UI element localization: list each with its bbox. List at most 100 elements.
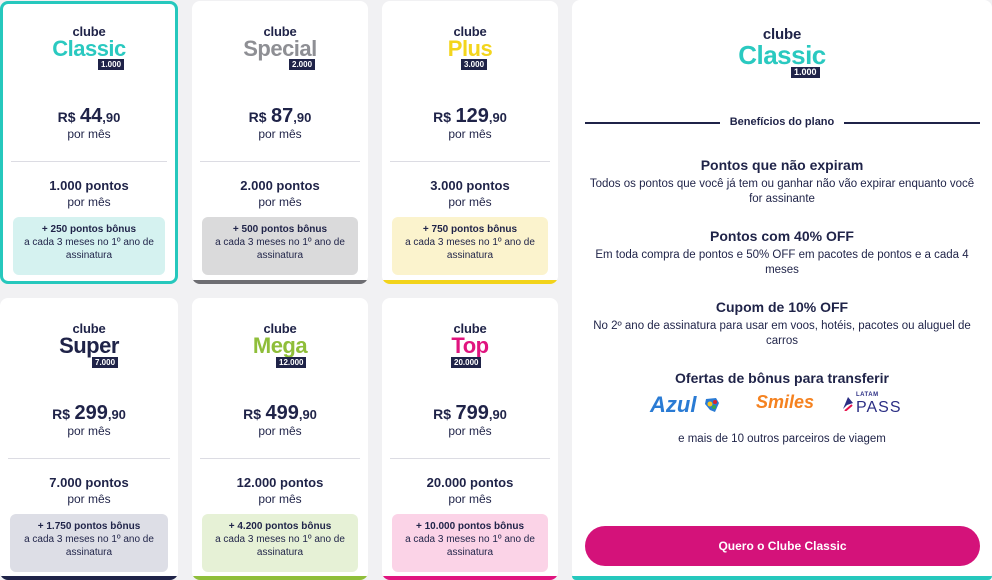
logo-name: Special <box>243 36 317 61</box>
points-amount: 7.000 pontos <box>49 475 129 490</box>
points-amount: 12.000 pontos <box>236 475 324 490</box>
azul-logo-text: Azul <box>650 392 697 417</box>
price-integer: 799 <box>455 402 489 424</box>
bonus-title: + 250 pontos bônus <box>41 224 137 235</box>
bonus-box: + 750 pontos bônus a cada 3 meses no 1º … <box>392 217 548 275</box>
plan-card-plus[interactable]: clube Plus R$ 129,90 por mês 3.000 ponto… <box>382 1 558 284</box>
points-period: por mês <box>258 492 302 506</box>
price-cents: ,90 <box>298 407 317 422</box>
plan-card-top[interactable]: clube Top R$ 799,90 por mês 20.000 ponto… <box>382 298 558 580</box>
price-cents: ,90 <box>488 407 507 422</box>
plan-card-mega[interactable]: clube Mega R$ 499,90 por mês 12.000 pont… <box>192 298 368 580</box>
plan-logo: clube Plus <box>382 25 558 60</box>
bonus-title: + 500 pontos bônus <box>232 224 328 235</box>
points-period: por mês <box>67 492 111 506</box>
tier-badge: 1.000 <box>98 59 125 70</box>
points-amount: 3.000 pontos <box>430 178 510 193</box>
points-period: por mês <box>448 492 492 506</box>
bonus-text: a cada 3 meses no 1º ano de assinatura <box>24 237 154 261</box>
plan-detail-panel: clube Classic 1.000 Benefícios do plano … <box>572 0 992 580</box>
benefit-title: Pontos que não expiram <box>700 157 864 173</box>
bonus-text: a cada 3 meses no 1º ano de assinatura <box>405 534 535 558</box>
bonus-box: + 500 pontos bônus a cada 3 meses no 1º … <box>202 217 358 275</box>
card-accent-bar <box>382 280 558 284</box>
price-cents: ,90 <box>107 407 126 422</box>
price-currency: R$ <box>433 406 451 422</box>
price-period: por mês <box>448 127 492 141</box>
price-integer: 299 <box>74 402 108 424</box>
plan-logo: clube Top <box>382 322 558 357</box>
price: R$ 87,90 <box>192 105 368 128</box>
benefit-title: Cupom de 10% OFF <box>715 299 849 315</box>
plan-card-classic[interactable]: clube Classic R$ 44,90 por mês 1.000 pon… <box>0 1 178 284</box>
card-divider <box>11 161 167 162</box>
bonus-text: a cada 3 meses no 1º ano de assinatura <box>24 534 154 558</box>
bonus-box: + 4.200 pontos bônus a cada 3 meses no 1… <box>202 514 358 572</box>
tier-badge: 12.000 <box>276 357 307 368</box>
detail-tier-badge: 1.000 <box>791 67 820 78</box>
card-accent-bar <box>0 576 178 580</box>
detail-logo-name: Classic <box>738 40 826 70</box>
points-amount: 20.000 pontos <box>426 475 514 490</box>
price-currency: R$ <box>243 406 261 422</box>
price: R$ 799,90 <box>382 402 558 425</box>
price-integer: 87 <box>271 105 294 127</box>
price: R$ 299,90 <box>0 402 178 425</box>
latam-prefix: LATAM <box>856 392 879 398</box>
benefit-text: Em toda compra de pontos e 50% OFF em pa… <box>595 249 969 276</box>
card-divider <box>390 458 550 459</box>
benefit-title: Pontos com 40% OFF <box>710 228 854 244</box>
price-currency: R$ <box>433 109 451 125</box>
bonus-title: + 1.750 pontos bônus <box>37 521 141 532</box>
latam-icon <box>843 397 853 411</box>
card-accent-bar <box>382 576 558 580</box>
bonus-text: a cada 3 meses no 1º ano de assinatura <box>215 237 345 261</box>
azul-logo: Azul <box>650 392 721 418</box>
logo-name: Classic <box>52 36 126 61</box>
price-currency: R$ <box>248 109 267 125</box>
card-divider <box>200 458 360 459</box>
logo-name: Mega <box>252 333 308 358</box>
plan-logo: clube Classic <box>3 25 175 60</box>
price-period: por mês <box>67 127 111 141</box>
detail-plan-logo: clube Classic 1.000 <box>572 27 992 78</box>
card-divider <box>390 161 550 162</box>
card-divider <box>200 161 360 162</box>
smiles-logo-text: Smiles <box>756 392 815 412</box>
card-divider <box>8 458 170 459</box>
tier-badge: 2.000 <box>289 59 316 70</box>
plan-logo: clube Special <box>192 25 368 60</box>
brazil-map-icon <box>704 398 719 412</box>
logo-name: Top <box>451 333 489 358</box>
smiles-logo: Smiles <box>756 392 814 413</box>
plan-logo: clube Mega <box>192 322 368 357</box>
detail-accent-bar <box>572 576 992 580</box>
bonus-text: a cada 3 meses no 1º ano de assinatura <box>215 534 345 558</box>
price-integer: 499 <box>265 402 299 424</box>
price-period: por mês <box>258 127 302 141</box>
benefit-text: Todos os pontos que você já tem ou ganha… <box>589 178 975 205</box>
price-currency: R$ <box>52 406 70 422</box>
logo-name: Plus <box>447 36 493 61</box>
price-cents: ,90 <box>293 110 312 125</box>
logo-name: Super <box>59 333 119 358</box>
plan-card-special[interactable]: clube Special R$ 87,90 por mês 2.000 pon… <box>192 1 368 284</box>
bonus-title: + 10.000 pontos bônus <box>415 521 525 532</box>
pass-logo-text: PASS <box>856 399 902 416</box>
bonus-text: a cada 3 meses no 1º ano de assinatura <box>405 237 535 261</box>
partners-title: Ofertas de bônus para transferir <box>675 370 889 386</box>
tier-badge: 7.000 <box>92 357 119 368</box>
subscribe-button[interactable]: Quero o Clube Classic <box>585 526 980 566</box>
points-period: por mês <box>258 195 302 209</box>
points-period: por mês <box>67 195 111 209</box>
plan-card-super[interactable]: clube Super R$ 299,90 por mês 7.000 pont… <box>0 298 178 580</box>
plan-logo: clube Super <box>0 322 178 357</box>
price-period: por mês <box>258 424 302 438</box>
card-accent-bar <box>192 576 368 580</box>
tier-badge: 20.000 <box>451 357 482 368</box>
more-partners-text: e mais de 10 outros parceiros de viagem <box>678 433 886 445</box>
bonus-title: + 4.200 pontos bônus <box>228 521 332 532</box>
benefit-text: No 2º ano de assinatura para usar em voo… <box>593 320 971 347</box>
price-integer: 129 <box>455 105 489 127</box>
points-amount: 1.000 pontos <box>49 178 129 193</box>
